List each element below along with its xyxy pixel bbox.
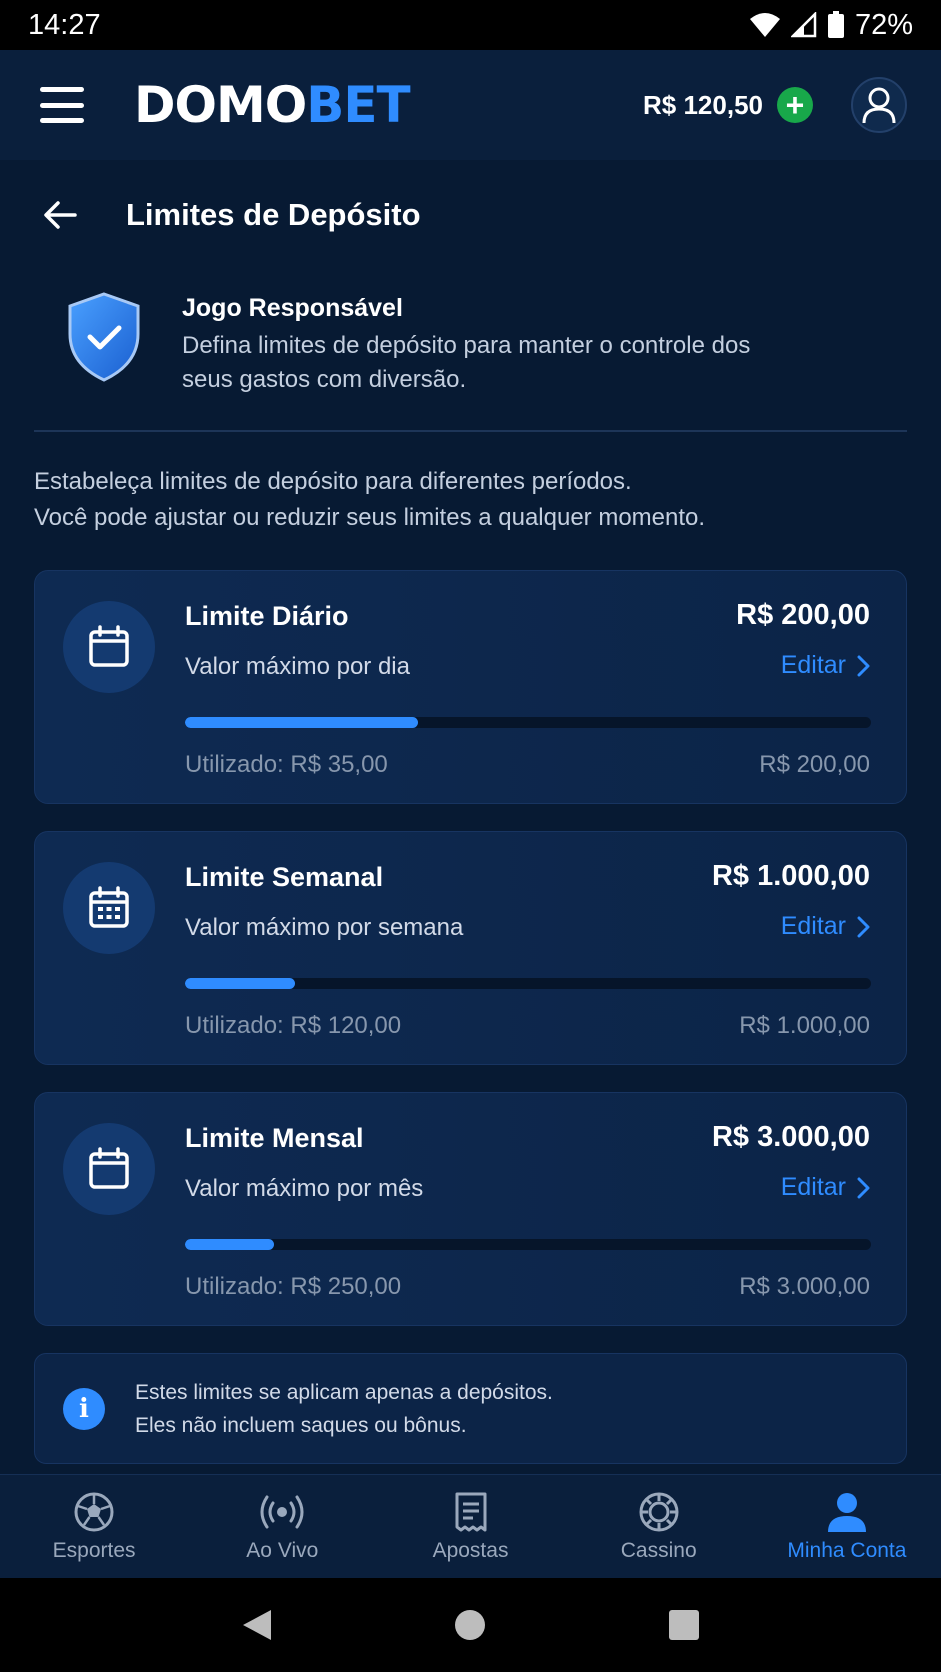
usage-progress-fill xyxy=(185,717,419,728)
intro-title: Jogo Responsável xyxy=(182,294,403,322)
monthly-limit-card: Limite Mensal Valor máximo por mês R$ 3.… xyxy=(34,1092,907,1326)
divider xyxy=(34,430,907,432)
usage-progress-fill xyxy=(185,1239,275,1250)
lead-text: Estabeleça limites de depósito para dife… xyxy=(34,464,904,536)
info-icon: i xyxy=(63,1387,105,1430)
status-time: 14:27 xyxy=(28,8,101,41)
weekly-limit-card: Limite Semanal Valor máximo por semana R… xyxy=(34,831,907,1065)
nav-item-apostas[interactable]: Apostas xyxy=(376,1475,564,1578)
calendar-icon xyxy=(63,601,155,693)
edit-weekly-limit-button[interactable]: Editar xyxy=(781,912,870,941)
limit-subtitle: Valor máximo por semana xyxy=(185,914,464,941)
nav-label: Esportes xyxy=(52,1538,136,1562)
limit-title: Limite Diário xyxy=(185,601,349,631)
calendar-grid-icon xyxy=(63,862,155,954)
limit-subtitle: Valor máximo por mês xyxy=(185,1175,424,1202)
usage-progress-bar xyxy=(185,1239,871,1250)
limit-amount: R$ 200,00 xyxy=(736,599,870,631)
limit-title: Limite Semanal xyxy=(185,862,384,892)
bet-slip-icon xyxy=(455,1492,486,1531)
cellular-signal-icon xyxy=(790,12,817,38)
limit-amount: R$ 3.000,00 xyxy=(711,1121,870,1153)
chevron-right-icon xyxy=(857,655,870,676)
nav-item-cassino[interactable]: Cassino xyxy=(565,1475,753,1578)
domobet-logo[interactable]: DOMOBET xyxy=(134,76,411,134)
limit-title: Limite Mensal xyxy=(185,1123,364,1153)
user-avatar-icon[interactable] xyxy=(851,77,907,133)
add-funds-button[interactable]: + xyxy=(777,87,813,123)
limit-total: R$ 1.000,00 xyxy=(739,1012,870,1039)
edit-daily-limit-button[interactable]: Editar xyxy=(781,651,870,680)
limit-total: R$ 3.000,00 xyxy=(739,1273,870,1300)
limit-total: R$ 200,00 xyxy=(759,751,870,778)
nav-item-minha-conta[interactable]: Minha Conta xyxy=(753,1475,941,1578)
balance[interactable]: R$ 120,50 + xyxy=(643,87,813,123)
limit-subtitle: Valor máximo por dia xyxy=(185,653,410,680)
edit-monthly-limit-button[interactable]: Editar xyxy=(781,1173,870,1202)
page-title: Limites de Depósito xyxy=(126,197,421,232)
usage-progress-bar xyxy=(185,978,871,989)
chevron-right-icon xyxy=(857,916,870,937)
daily-limit-card: Limite Diário Valor máximo por dia R$ 20… xyxy=(34,570,907,804)
lead-line: Você pode ajustar ou reduzir seus limite… xyxy=(34,504,706,531)
usage-progress-bar xyxy=(185,717,871,728)
nav-item-esportes[interactable]: Esportes xyxy=(0,1475,188,1578)
status-bar: 14:27 72% xyxy=(0,0,941,50)
intro-description: Defina limites de depósito para manter o… xyxy=(182,332,751,393)
responsible-gaming-intro: Jogo Responsável Defina limites de depós… xyxy=(66,292,906,397)
balance-amount: R$ 120,50 xyxy=(643,89,763,120)
wifi-icon xyxy=(749,12,781,38)
back-arrow-icon[interactable] xyxy=(40,195,80,235)
status-indicators: 72% xyxy=(749,9,913,42)
live-broadcast-icon xyxy=(260,1495,304,1528)
nav-label: Apostas xyxy=(432,1538,509,1562)
info-line: Estes limites se aplicam apenas a depósi… xyxy=(135,1380,553,1404)
used-amount: Utilizado: R$ 120,00 xyxy=(185,1012,402,1039)
lead-line: Estabeleça limites de depósito para dife… xyxy=(34,468,632,495)
nav-label: Ao Vivo xyxy=(246,1538,319,1562)
hamburger-menu-icon[interactable] xyxy=(40,87,84,123)
battery-percent: 72% xyxy=(854,8,913,41)
info-notice: i Estes limites se aplicam apenas a depó… xyxy=(34,1353,907,1464)
system-home-icon[interactable] xyxy=(448,1603,492,1647)
nav-item-ao-vivo[interactable]: Ao Vivo xyxy=(188,1475,376,1578)
edit-label: Editar xyxy=(780,1173,846,1201)
used-amount: Utilizado: R$ 250,00 xyxy=(185,1273,402,1300)
account-icon xyxy=(827,1492,866,1532)
usage-progress-fill xyxy=(185,978,295,989)
casino-chip-icon xyxy=(639,1492,679,1531)
edit-label: Editar xyxy=(780,912,846,940)
app-header: DOMOBET R$ 120,50 + xyxy=(0,50,941,160)
system-back-icon[interactable] xyxy=(235,1603,279,1647)
bottom-navigation: Esportes Ao Vivo Apostas Cassino Minha C… xyxy=(0,1474,941,1578)
used-amount: Utilizado: R$ 35,00 xyxy=(185,751,388,778)
info-line: Eles não incluem saques ou bônus. xyxy=(135,1413,467,1437)
shield-check-icon xyxy=(66,292,142,382)
nav-label: Cassino xyxy=(620,1538,697,1562)
nav-label: Minha Conta xyxy=(787,1538,907,1562)
chevron-right-icon xyxy=(857,1177,870,1198)
soccer-ball-icon xyxy=(74,1492,114,1531)
battery-icon xyxy=(827,11,845,39)
system-navigation xyxy=(0,1578,941,1672)
limit-amount: R$ 1.000,00 xyxy=(711,860,870,892)
system-recents-icon[interactable] xyxy=(662,1603,706,1647)
edit-label: Editar xyxy=(780,651,846,679)
calendar-icon xyxy=(63,1123,155,1215)
page-title-row: Limites de Depósito xyxy=(40,190,421,240)
